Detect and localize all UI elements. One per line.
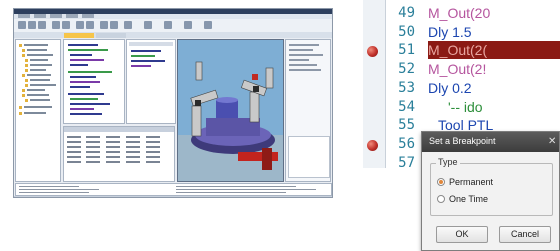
code-line[interactable]: M_Out(2! xyxy=(428,61,486,77)
ide-document-tabs[interactable] xyxy=(14,32,332,38)
secondary-editor-panel[interactable] xyxy=(126,39,176,124)
set-breakpoint-dialog: Set a Breakpoint ✕ Type Permanent One Ti… xyxy=(421,131,560,251)
close-icon[interactable]: ✕ xyxy=(548,136,556,147)
line-number: 51 xyxy=(398,42,415,59)
line-number: 50 xyxy=(398,23,415,40)
one-time-radio-label[interactable]: One Time xyxy=(449,194,488,204)
line-number: 56 xyxy=(398,135,415,152)
code-editor-panel[interactable] xyxy=(63,39,125,124)
properties-panel[interactable] xyxy=(285,39,331,182)
type-group-box xyxy=(430,163,553,216)
project-tree-panel[interactable] xyxy=(15,39,61,182)
code-line[interactable]: M_Out(2( xyxy=(428,42,487,58)
robot-scene-render xyxy=(178,40,283,181)
type-group-label: Type xyxy=(436,157,460,167)
breakpoint-icon[interactable] xyxy=(367,139,378,151)
ide-toolbar-ribbon[interactable] xyxy=(14,19,332,33)
line-number: 53 xyxy=(398,79,415,96)
code-line[interactable]: Dly 0.2 xyxy=(428,80,472,96)
line-number: 57 xyxy=(398,154,415,168)
code-line[interactable]: '-- ido xyxy=(448,99,483,115)
grid-header xyxy=(64,127,174,132)
permanent-radio[interactable] xyxy=(437,178,445,186)
ok-button[interactable]: OK xyxy=(436,226,488,243)
robot-3d-viewport[interactable] xyxy=(177,39,284,182)
line-number: 52 xyxy=(398,61,415,78)
variables-grid-panel[interactable] xyxy=(63,126,175,182)
code-line[interactable]: M_Out(20 xyxy=(428,5,490,21)
dialog-title: Set a Breakpoint xyxy=(429,136,496,146)
line-number: 55 xyxy=(398,117,415,134)
document-tab[interactable] xyxy=(96,33,126,38)
line-number: 49 xyxy=(398,5,415,21)
output-panel[interactable] xyxy=(15,183,332,196)
active-document-tab[interactable] xyxy=(64,33,94,38)
code-line[interactable]: Dly 1.5 xyxy=(428,24,472,40)
ide-status-bar xyxy=(14,196,332,197)
ide-window-screenshot xyxy=(13,8,333,198)
cancel-button[interactable]: Cancel xyxy=(499,226,551,243)
one-time-radio[interactable] xyxy=(437,195,445,203)
permanent-radio-label[interactable]: Permanent xyxy=(449,177,493,187)
line-number: 54 xyxy=(398,98,415,115)
